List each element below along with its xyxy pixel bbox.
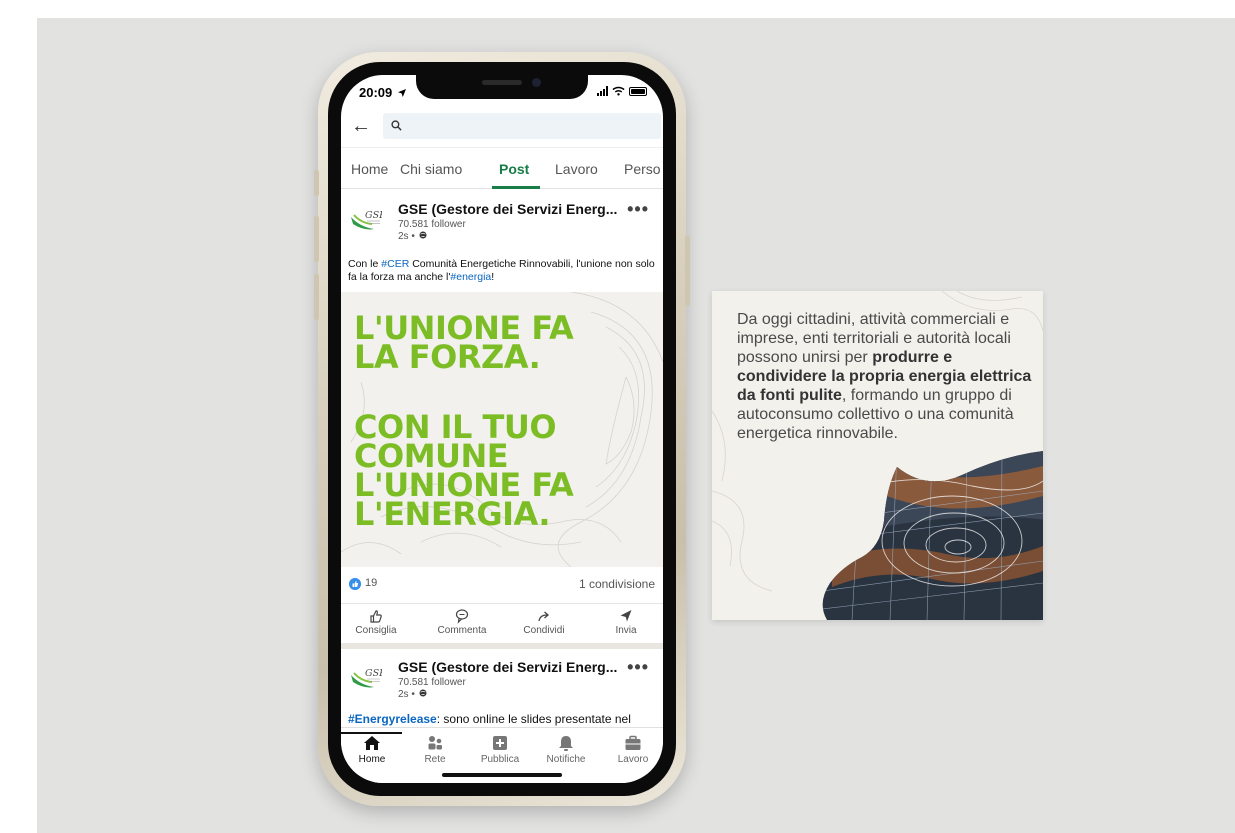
gse-logo-text: GSE [365, 210, 382, 221]
headline-line-2: LA FORZA. [354, 338, 541, 376]
location-arrow-icon [397, 89, 406, 97]
post-header: GSE GSE (Gestore dei Servizi Energ... 70… [341, 195, 663, 255]
like-count[interactable]: 19 [365, 577, 377, 589]
active-tab-indicator [492, 186, 540, 189]
comment-icon [455, 609, 469, 624]
search-icon [391, 120, 402, 131]
comment-label: Commenta [437, 625, 487, 636]
post-time: 2s • [398, 231, 427, 242]
card-description: Da oggi cittadini, attività commerciali … [737, 311, 1032, 442]
phone-mute-switch [314, 170, 319, 196]
like-label: Consiglia [355, 625, 397, 636]
nav-rete[interactable]: Rete [403, 734, 467, 765]
nav-lavoro[interactable]: Lavoro [601, 734, 663, 765]
phone-power-button [685, 236, 690, 306]
nav-pubblica[interactable]: Pubblica [468, 734, 532, 765]
info-card: Da oggi cittadini, attività commerciali … [712, 291, 1043, 620]
post-image[interactable]: L'UNIONE FA LA FORZA. CON IL TUO COMUNE … [341, 292, 663, 567]
nav-notifiche[interactable]: Notifiche [534, 734, 598, 765]
phone-volume-up [314, 216, 319, 262]
comment-button[interactable]: Commenta [425, 608, 499, 636]
nav-lavoro-label: Lavoro [617, 754, 649, 765]
tab-chi-siamo[interactable]: Chi siamo [400, 161, 462, 177]
gse-logo-2[interactable]: GSE [350, 663, 382, 691]
briefcase-icon [625, 735, 641, 750]
phone-screen: 20:09 ← Home Chi siamo Post Lavoro Perso [341, 75, 663, 783]
speaker-grill [482, 80, 522, 85]
more-options-icon-2[interactable]: ••• [627, 657, 649, 678]
org-name-2[interactable]: GSE (Gestore dei Servizi Energ... [398, 659, 617, 675]
post-time-2: 2s • [398, 689, 427, 700]
nav-home[interactable]: Home [341, 732, 404, 765]
reactions-row: 19 1 condivisione [341, 575, 663, 597]
tab-lavoro[interactable]: Lavoro [555, 161, 598, 177]
thumbs-up-icon [370, 610, 382, 623]
follower-count-2: 70.581 follower [398, 677, 466, 688]
send-icon [620, 610, 632, 622]
globe-icon [419, 689, 427, 697]
share-count[interactable]: 1 condivisione [579, 577, 655, 591]
search-header: ← [341, 111, 663, 143]
plus-square-icon [493, 736, 507, 750]
post-text-2: #Energyrelease: sono online le slides pr… [348, 712, 631, 726]
more-options-icon[interactable]: ••• [627, 199, 649, 220]
globe-icon [419, 231, 427, 239]
hashtag-energia[interactable]: #energia [450, 271, 491, 283]
gse-logo[interactable]: GSE [350, 205, 382, 233]
status-icons [597, 86, 647, 96]
share-button[interactable]: Condividi [507, 608, 581, 636]
people-icon [428, 736, 442, 750]
send-label: Invia [615, 625, 637, 636]
post-header-2: GSE GSE (Gestore dei Servizi Energ... 70… [341, 653, 663, 713]
follower-count: 70.581 follower [398, 219, 466, 230]
nav-pubblica-label: Pubblica [480, 754, 520, 765]
bell-icon [559, 736, 573, 751]
post-actions: Consiglia Commenta Condividi Invia [341, 603, 663, 643]
nav-home-label: Home [358, 754, 386, 765]
status-time: 20:09 [359, 85, 406, 100]
nav-notifiche-label: Notifiche [546, 754, 586, 765]
phone-volume-down [314, 274, 319, 320]
phone-notch [416, 75, 588, 99]
front-camera [532, 78, 541, 87]
nav-rete-label: Rete [424, 754, 446, 765]
home-icon [364, 736, 380, 750]
gse-logo-text-2: GSE [365, 668, 382, 679]
tab-post[interactable]: Post [499, 161, 529, 177]
send-button[interactable]: Invia [589, 608, 663, 636]
back-arrow-icon[interactable]: ← [351, 115, 371, 138]
tab-home[interactable]: Home [351, 161, 388, 177]
nav-active-indicator [341, 732, 402, 734]
hashtag-cer[interactable]: #CER [381, 258, 409, 270]
headline-line-6: L'ENERGIA. [354, 495, 551, 533]
cellular-signal-icon [597, 86, 608, 96]
share-arrow-icon [538, 611, 549, 622]
share-label: Condividi [523, 625, 565, 636]
search-input[interactable] [383, 113, 661, 139]
like-button[interactable]: Consiglia [341, 608, 413, 636]
tab-persone[interactable]: Perso [624, 161, 661, 177]
like-reaction-icon[interactable] [349, 578, 361, 590]
org-name[interactable]: GSE (Gestore dei Servizi Energ... [398, 201, 617, 217]
wifi-icon [612, 86, 625, 96]
post-divider [341, 643, 663, 649]
post-text: Con le #CER Comunità Energetiche Rinnova… [348, 258, 655, 283]
page-tabs: Home Chi siamo Post Lavoro Perso [341, 147, 663, 189]
battery-icon [629, 86, 647, 96]
home-indicator-bar[interactable] [442, 773, 562, 777]
hashtag-energyrelease[interactable]: #Energyrelease [348, 712, 437, 726]
